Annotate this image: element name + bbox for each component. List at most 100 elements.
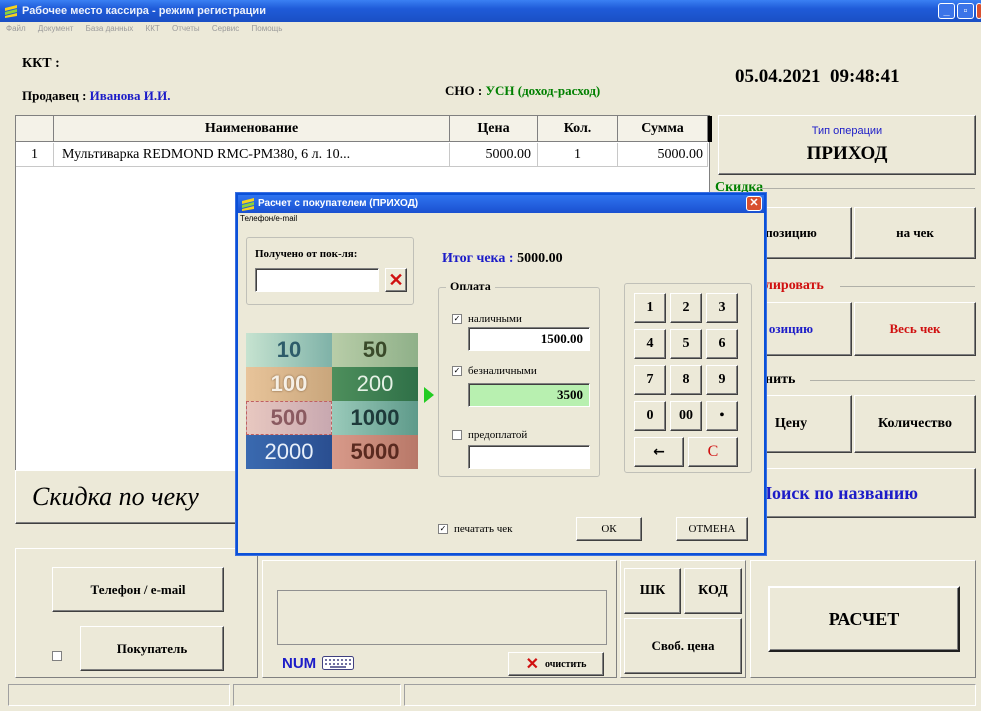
prepaid-checkbox[interactable]: предоплатой	[452, 429, 527, 441]
operation-type-button[interactable]: Тип операции ПРИХОД	[718, 115, 976, 175]
key-clear[interactable]: C	[688, 437, 738, 467]
maximize-button[interactable]: ▫	[957, 3, 974, 19]
change-divider	[810, 380, 975, 381]
operation-type-value: ПРИХОД	[806, 143, 888, 164]
received-clear-icon[interactable]: ✕	[385, 268, 407, 292]
prepaid-input[interactable]	[468, 445, 590, 469]
row-qty: 1	[538, 143, 618, 167]
ok-button[interactable]: ОК	[576, 517, 642, 541]
key-3[interactable]: 3	[706, 293, 738, 323]
print-check-box[interactable]: ✓	[438, 524, 448, 535]
key-backspace-icon[interactable]: ←	[634, 437, 684, 467]
status-pane-3	[404, 684, 976, 706]
received-input[interactable]	[255, 268, 379, 292]
clear-x-icon: ✕	[525, 656, 539, 673]
key-1[interactable]: 1	[634, 293, 666, 323]
change-qty-button[interactable]: Количество	[854, 395, 976, 453]
grid-header-qty[interactable]: Кол.	[538, 116, 618, 142]
menu-document[interactable]: Документ	[38, 24, 74, 33]
key-4[interactable]: 4	[634, 329, 666, 359]
menu-reports[interactable]: Отчеты	[172, 24, 200, 33]
print-check-checkbox[interactable]: ✓ печатать чек	[438, 523, 513, 535]
key-2[interactable]: 2	[670, 293, 702, 323]
clear-label: очистить	[544, 658, 587, 670]
card-checkbox-box[interactable]: ✓	[452, 366, 462, 377]
cancel-group-label: лировать	[765, 278, 824, 293]
app-logo-icon	[5, 5, 17, 18]
key-dot[interactable]: •	[706, 401, 738, 431]
note-1000-button[interactable]: 1000	[332, 401, 418, 435]
row-price: 5000.00	[450, 143, 538, 167]
sno-label: СНО : УСН (доход-расход)	[445, 83, 600, 99]
buyer-button[interactable]: Покупатель	[80, 626, 224, 671]
num-indicator: NUM	[282, 655, 355, 672]
keyboard-icon	[322, 656, 355, 670]
card-label: безналичными	[468, 365, 537, 377]
datetime: 05.04.2021 09:48:41	[735, 66, 900, 87]
cancel-check-button[interactable]: Весь чек	[854, 302, 976, 356]
seller-label: Продавец : Иванова И.И.	[22, 88, 170, 104]
calc-button[interactable]: РАСЧЕТ	[768, 586, 960, 652]
print-check-label: печатать чек	[454, 523, 513, 535]
dialog-logo-icon	[242, 198, 254, 211]
key-7[interactable]: 7	[634, 365, 666, 395]
status-pane-2	[233, 684, 401, 706]
cash-input[interactable]: 1500.00	[468, 327, 590, 351]
grid-header-sum[interactable]: Сумма	[618, 116, 708, 142]
dialog-menu-phone-email[interactable]: Телефон/e-mail	[240, 214, 297, 223]
cancel-dialog-button[interactable]: ОТМЕНА	[676, 517, 748, 541]
card-input[interactable]: 3500	[468, 383, 590, 407]
grid-header-num	[16, 116, 54, 142]
prepaid-checkbox-box[interactable]	[452, 430, 462, 441]
sno-caption: СНО :	[445, 83, 483, 98]
grid-header-scroll-end	[708, 116, 712, 142]
buyer-checkbox[interactable]	[52, 647, 68, 665]
dialog-titlebar: Расчет с покупателем (ПРИХОД) ✕	[238, 195, 764, 213]
menu-database[interactable]: База данных	[86, 24, 134, 33]
grid-header-price[interactable]: Цена	[450, 116, 538, 142]
sno-value: УСН (доход-расход)	[485, 83, 601, 98]
buyer-checkbox-box[interactable]	[52, 651, 62, 662]
menu-help[interactable]: Помощь	[252, 24, 283, 33]
key-6[interactable]: 6	[706, 329, 738, 359]
dialog-close-button[interactable]: ✕	[746, 196, 762, 211]
code-button[interactable]: КОД	[684, 568, 742, 614]
cash-checkbox-box[interactable]: ✓	[452, 314, 462, 325]
cash-label: наличными	[468, 313, 522, 325]
prepaid-label: предоплатой	[468, 429, 528, 441]
seller-caption: Продавец :	[22, 88, 87, 103]
card-checkbox[interactable]: ✓ безналичными	[452, 365, 537, 377]
close-button[interactable]	[976, 3, 981, 19]
note-2000-button[interactable]: 2000	[246, 435, 332, 469]
operation-type-label: Тип операции	[811, 125, 883, 137]
free-price-button[interactable]: Своб. цена	[624, 618, 742, 674]
cash-checkbox[interactable]: ✓ наличными	[452, 313, 522, 325]
note-100-button[interactable]: 100	[246, 367, 332, 401]
menu-kkt[interactable]: ККТ	[146, 24, 160, 33]
note-200-button[interactable]: 200	[332, 367, 418, 401]
discount-check-button[interactable]: на чек	[854, 207, 976, 259]
key-00[interactable]: 00	[670, 401, 702, 431]
status-pane-1	[8, 684, 230, 706]
change-group-label: нить	[765, 372, 796, 387]
note-10-button[interactable]: 10	[246, 333, 332, 367]
scanner-input[interactable]	[277, 590, 607, 645]
key-5[interactable]: 5	[670, 329, 702, 359]
menu-service[interactable]: Сервис	[212, 24, 239, 33]
note-5000-button[interactable]: 5000	[332, 435, 418, 469]
key-0[interactable]: 0	[634, 401, 666, 431]
clear-button[interactable]: ✕ очистить	[508, 652, 604, 676]
payment-group-label: Оплата	[446, 279, 495, 294]
grid-header-name[interactable]: Наименование	[54, 116, 450, 142]
row-num: 1	[16, 143, 54, 167]
minimize-button[interactable]: _	[938, 3, 955, 19]
key-8[interactable]: 8	[670, 365, 702, 395]
menu-file[interactable]: Файл	[6, 24, 26, 33]
note-500-button[interactable]: 500	[246, 401, 332, 435]
barcode-button[interactable]: ШК	[624, 568, 681, 614]
note-50-button[interactable]: 50	[332, 333, 418, 367]
phone-email-button[interactable]: Телефон / e-mail	[52, 567, 224, 612]
key-9[interactable]: 9	[706, 365, 738, 395]
selected-field-arrow-icon	[424, 387, 434, 403]
discount-divider	[760, 188, 975, 189]
